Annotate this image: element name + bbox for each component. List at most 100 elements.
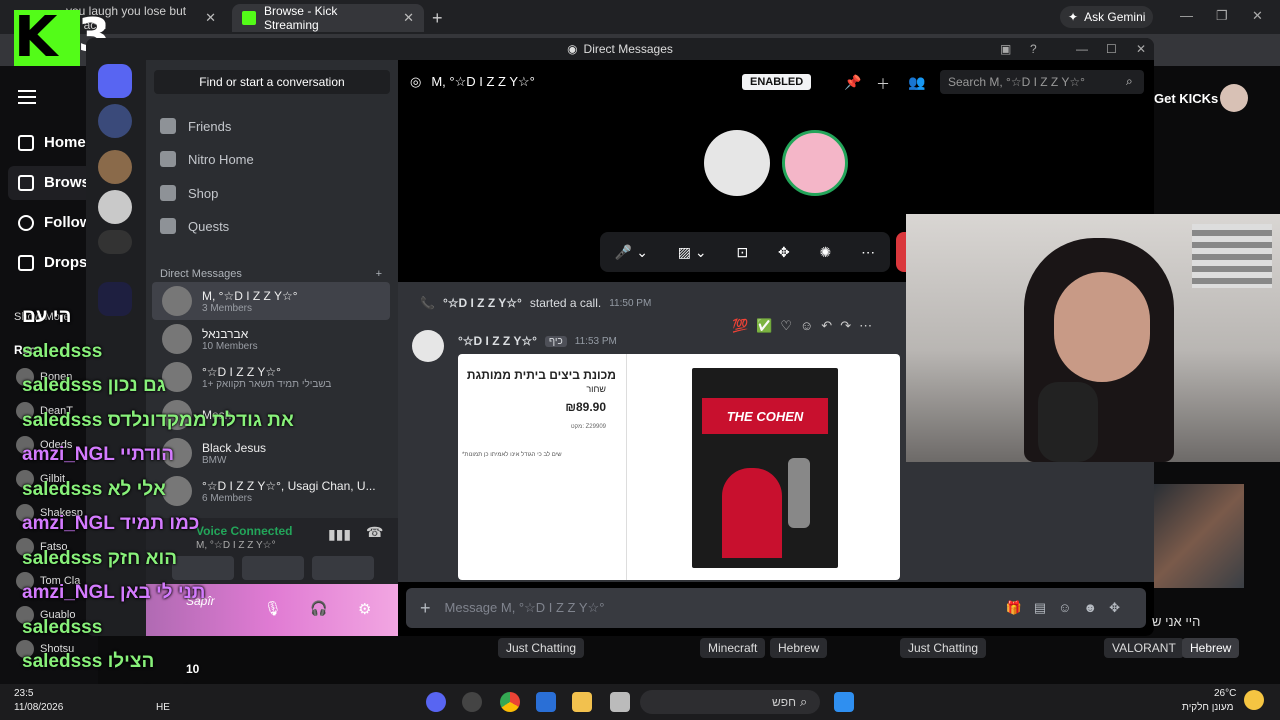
stream-chat-message: amzi_NGL הודתיי xyxy=(22,444,175,465)
participant-avatar[interactable] xyxy=(704,130,770,196)
find-conversation-button[interactable]: Find or start a conversation xyxy=(154,70,390,94)
dm-item[interactable]: °☆D I Z Z Y☆° בשבילי תמיד תשאר תקוואק +1 xyxy=(152,358,390,396)
category-pill[interactable]: Minecraft xyxy=(700,638,766,658)
tag-pill[interactable]: Hebrew xyxy=(770,638,828,658)
dm-item[interactable]: Black Jesus BMW xyxy=(152,434,390,472)
message-author-avatar[interactable] xyxy=(412,330,444,362)
dm-name: °☆D I Z Z Y☆°, Usagi Chan, U... xyxy=(202,478,376,493)
stream-chat-message: saledsss הוא חזק xyxy=(22,547,178,569)
nitro-home-item[interactable]: Nitro Home xyxy=(160,151,254,167)
settings-gear-icon[interactable]: ⚙ xyxy=(358,600,371,618)
nav-home[interactable]: Home xyxy=(18,134,86,151)
enabled-badge: ENABLED xyxy=(742,74,812,90)
server-icon[interactable] xyxy=(98,190,132,224)
disconnect-icon[interactable]: ☎ xyxy=(366,524,383,541)
mic-icon[interactable]: 🎙 xyxy=(264,600,282,617)
taskbar-search[interactable]: חפש xyxy=(640,690,820,714)
discord-taskbar-icon[interactable] xyxy=(426,692,446,712)
discord-home-icon[interactable] xyxy=(98,64,132,98)
activities-button[interactable] xyxy=(242,556,304,580)
weather-icon xyxy=(1244,690,1264,710)
webcam-overlay xyxy=(906,214,1280,462)
store-taskbar-icon[interactable] xyxy=(536,692,556,712)
tag-pill[interactable]: Hebrew xyxy=(1182,638,1240,658)
weather-desc: מעונן חלקית xyxy=(1182,702,1234,713)
minimize-icon[interactable]: — xyxy=(1076,42,1088,56)
headphones-icon[interactable]: 🎧 xyxy=(310,600,327,617)
camera-off-icon[interactable]: ▨ ⌄ xyxy=(678,244,707,261)
chrome-taskbar-icon[interactable] xyxy=(500,692,520,712)
shop-icon xyxy=(160,185,176,201)
profile-avatar[interactable] xyxy=(1220,84,1248,112)
dm-subtitle: 10 Members xyxy=(202,340,258,352)
category-pill[interactable]: Just Chatting xyxy=(498,638,585,658)
browser-tab-kick[interactable]: Browse - Kick Streaming ✕ xyxy=(232,4,424,32)
members-icon[interactable]: 👥 xyxy=(908,74,925,91)
dm-list-header: Direct Messages + xyxy=(160,268,382,280)
more-options-icon[interactable]: ⋯ xyxy=(861,244,875,261)
microphone-icon[interactable]: 🎤 ⌄ xyxy=(615,244,648,261)
composer-tools-icons[interactable]: 🎁▤☺☻✥ xyxy=(1006,600,1132,616)
folder-icon[interactable] xyxy=(98,282,132,316)
server-icon[interactable] xyxy=(98,230,132,254)
nav-drops[interactable]: Drops xyxy=(18,254,87,271)
search-input[interactable]: Search M, °☆D I Z Z Y☆° xyxy=(940,70,1144,94)
message-actions[interactable]: 💯✅♡☺↶↷⋯ xyxy=(732,318,880,334)
shop-item[interactable]: Shop xyxy=(160,185,218,201)
new-tab-icon[interactable]: + xyxy=(432,8,443,29)
dm-panel: Find or start a conversation Friends Nit… xyxy=(146,60,398,636)
stream-thumbnail[interactable] xyxy=(1154,484,1244,588)
restore-icon[interactable]: ❐ xyxy=(1216,8,1228,24)
attach-plus-icon[interactable]: + xyxy=(420,598,431,619)
soundboard-icon[interactable]: ✺ xyxy=(820,244,832,261)
heart-icon xyxy=(18,214,34,231)
close-window-icon[interactable]: ✕ xyxy=(1252,8,1263,24)
language-indicator[interactable]: HE xyxy=(156,702,170,713)
server-icon[interactable] xyxy=(98,150,132,184)
dm-subtitle: 6 Members xyxy=(202,492,253,504)
stream-chat-message: amzi_NGL כמו תמיד xyxy=(22,513,200,534)
hamburger-menu-icon[interactable] xyxy=(18,90,36,104)
maximize-icon[interactable]: ☐ xyxy=(1106,42,1117,56)
screen-share-icon[interactable]: ⊡ xyxy=(736,244,748,261)
close-tab-icon[interactable]: ✕ xyxy=(205,10,216,26)
dm-item[interactable]: אברבנאל 10 Members xyxy=(152,320,390,358)
signal-icon: ▮▮▮ xyxy=(328,526,352,542)
server-icon[interactable] xyxy=(98,104,132,138)
dm-name: Black Jesus xyxy=(202,440,267,455)
category-pill[interactable]: VALORANT xyxy=(1104,638,1184,658)
stream-chat-message: saledsss גם נכון xyxy=(22,375,166,396)
dm-avatar xyxy=(162,476,192,506)
wall-flag xyxy=(1192,224,1272,288)
nav-following[interactable]: Follow xyxy=(18,214,92,231)
camera-button[interactable] xyxy=(172,556,234,580)
soundboard-button[interactable] xyxy=(312,556,374,580)
discord-titlebar: ◉ Direct Messages xyxy=(86,38,1154,60)
quests-item[interactable]: Quests xyxy=(160,218,229,234)
stream-chat-message: saledsss את גודלת ממקדונלדס xyxy=(22,409,294,431)
dm-item[interactable]: M, °☆D I Z Z Y☆° 3 Members xyxy=(152,282,390,320)
friends-item[interactable]: Friends xyxy=(160,118,231,134)
product-image-attachment[interactable]: מכונת ביצים ביתית ממותגת שחור ₪89.90 מקט… xyxy=(458,354,900,580)
app-taskbar-icon[interactable] xyxy=(610,692,630,712)
file-explorer-icon[interactable] xyxy=(572,692,592,712)
inbox-icon[interactable]: ▣ xyxy=(1000,42,1011,56)
add-dm-icon[interactable]: + xyxy=(376,268,382,280)
message-composer[interactable]: + Message M, °☆D I Z Z Y☆° 🎁▤☺☻✥ xyxy=(406,588,1146,628)
participant-avatar-speaking[interactable] xyxy=(782,130,848,196)
dm-item[interactable]: °☆D I Z Z Y☆°, Usagi Chan, U... 6 Members xyxy=(152,472,390,510)
stream-chat-message: הי עם xyxy=(22,306,72,327)
app-taskbar-icon[interactable] xyxy=(462,692,482,712)
close-icon[interactable]: ✕ xyxy=(1136,42,1146,56)
minimize-icon[interactable]: — xyxy=(1180,8,1193,23)
category-pill[interactable]: Just Chatting xyxy=(900,638,987,658)
pin-icon[interactable]: 📌 xyxy=(844,74,861,91)
help-icon[interactable]: ? xyxy=(1030,42,1037,56)
activities-icon[interactable]: ✥ xyxy=(778,244,790,261)
add-member-icon[interactable]: ＋ xyxy=(876,74,890,94)
dm-name: אברבנאל xyxy=(202,326,249,341)
close-tab-icon[interactable]: ✕ xyxy=(403,10,414,26)
windows-start-icon[interactable] xyxy=(834,692,854,712)
get-kicks-button[interactable]: Get KICKs xyxy=(1150,86,1222,110)
ask-gemini-button[interactable]: ✦ Ask Gemini xyxy=(1060,6,1154,28)
